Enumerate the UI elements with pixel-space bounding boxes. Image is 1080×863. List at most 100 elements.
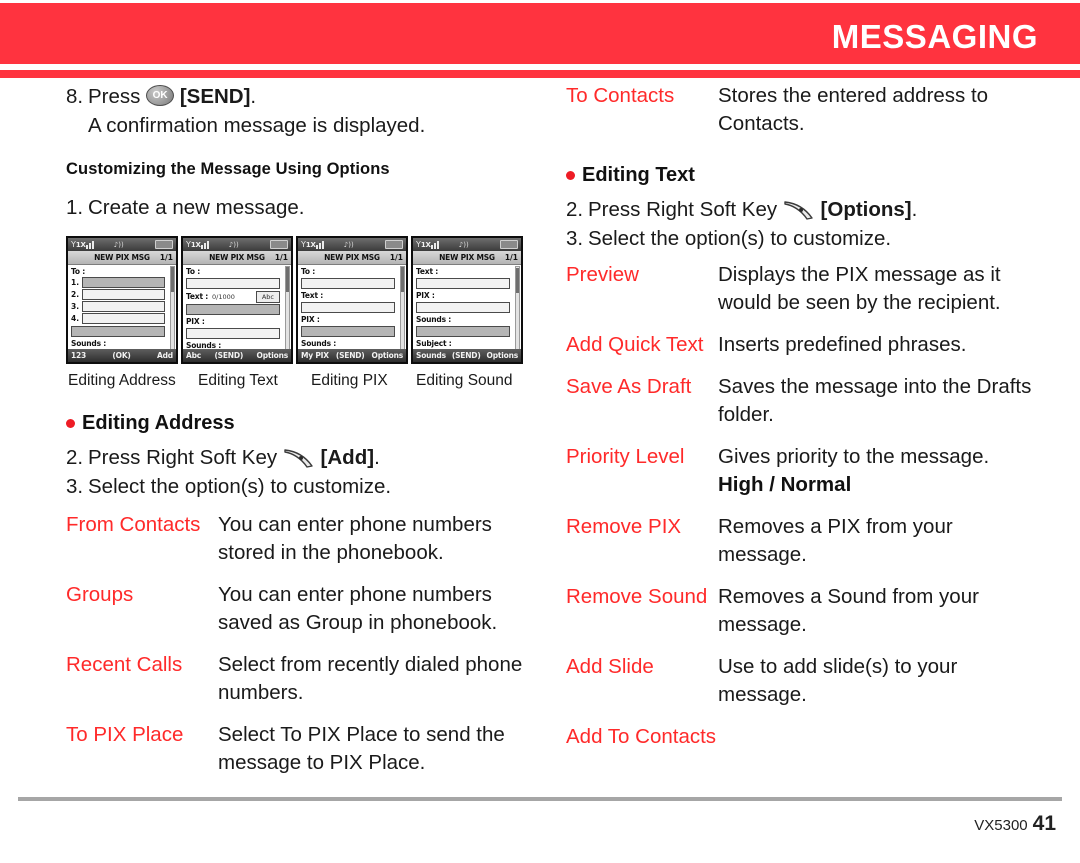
option-row[interactable]: Preview Displays the PIX message as it w… [566,261,1036,317]
option-row[interactable]: To PIX Place Select To PIX Place to send… [66,721,536,777]
step-8-bracket: [SEND] [179,85,251,108]
network-1x-label: 1X [190,240,201,249]
editing-text-title: Editing Text [582,164,695,186]
caption-editing-sound: Editing Sound [416,372,513,389]
soft-key-right[interactable]: Options [257,351,289,360]
soft-key-left[interactable]: 123 [71,351,86,360]
address-row-2[interactable]: 2. [71,289,165,300]
step-8-subtext: A confirmation message is displayed. [88,114,426,137]
row-number: 2. [71,290,80,299]
editing-address-option-list: From Contacts You can enter phone number… [66,511,536,777]
soft-key-center[interactable]: (SEND) [452,351,481,360]
input-mode-badge[interactable]: Abc [255,291,280,303]
step-1: 1. Create a new message. [66,193,536,222]
step-number: 3. [566,227,584,250]
soft-key-left[interactable]: Abc [186,351,201,360]
option-term: Recent Calls [66,653,183,676]
text-input[interactable] [416,278,510,289]
step-number: 2. [66,446,84,469]
scrollbar[interactable] [285,266,290,351]
option-row[interactable]: From Contacts You can enter phone number… [66,511,536,567]
phone-screen-editing-text: Y 1X ♪)) NEW PIX MSG 1/1 To : Text : 0/1… [181,236,293,364]
step-text: Select the option(s) to customize. [588,227,892,250]
address-row-1[interactable]: 1. [71,277,165,288]
option-desc: You can enter phone numbers stored in th… [218,513,492,564]
editing-text-option-list: Preview Displays the PIX message as it w… [566,261,1036,751]
signal-bars-icon [430,240,439,249]
field-label-pix: PIX : [416,291,435,300]
soft-key-right[interactable]: Add [157,351,173,360]
caption-editing-address: Editing Address [68,372,176,389]
footer-page-number: 41 [1032,812,1056,835]
screen-title: NEW PIX MSG [439,253,495,262]
step-8-press: Press [88,85,141,108]
to-input[interactable] [186,278,280,289]
option-row[interactable]: Priority Level Gives priority to the mes… [566,443,1036,499]
screenshot-captions: Editing Address Editing Text Editing PIX… [66,372,536,394]
scrollbar[interactable] [400,266,405,351]
scrollbar[interactable] [170,266,175,351]
soft-key-center[interactable]: (SEND) [214,351,243,360]
field-label-sounds: Sounds : [416,315,452,324]
to-input[interactable] [301,278,395,289]
option-row-to-contacts[interactable]: To Contacts Stores the entered address t… [566,82,1036,138]
option-row[interactable]: Remove Sound Removes a Sound from your m… [566,583,1036,639]
option-row[interactable]: Groups You can enter phone numbers saved… [66,581,536,637]
field-label-text: Text : [186,292,209,301]
speaker-icon: ♪)) [113,240,124,249]
screen-body: Text : PIX : Sounds : Subject : [413,265,521,354]
option-row[interactable]: Recent Calls Select from recently dialed… [66,651,536,707]
screen-page-indicator: 1/1 [389,253,403,262]
screen-title: NEW PIX MSG [94,253,150,262]
step-1-number: 1. [66,196,84,219]
field-label-pix: PIX : [186,317,205,326]
option-row[interactable]: Add To Contacts [566,723,1036,751]
screen-title-bar: NEW PIX MSG 1/1 [68,251,176,265]
footer: VX5300 41 [974,812,1056,836]
step-number: 3. [66,475,84,498]
option-row[interactable]: Remove PIX Removes a PIX from your messa… [566,513,1036,569]
partial-field[interactable] [71,326,165,337]
address-input[interactable] [82,289,165,300]
option-term: Groups [66,583,134,606]
soft-key-bar: Abc (SEND) Options [183,349,291,362]
address-input[interactable] [82,301,165,312]
option-row[interactable]: Add Quick Text Inserts predefined phrase… [566,331,1036,359]
screen-title-bar: NEW PIX MSG 1/1 [298,251,406,265]
sounds-input[interactable] [416,326,510,337]
address-input[interactable] [82,313,165,324]
option-desc: Select from recently dialed phone number… [218,653,523,704]
address-input[interactable] [82,277,165,288]
row-number: 4. [71,314,80,323]
pix-input[interactable] [301,326,395,337]
option-desc: Stores the entered address to Contacts. [718,84,989,135]
bullet-icon [66,419,75,428]
option-term: Priority Level [566,445,685,468]
soft-key-left[interactable]: Sounds [416,351,446,360]
step-8-tail: . [250,85,257,108]
step-8-number: 8. [66,85,84,108]
pix-input[interactable] [416,302,510,313]
step-number: 2. [566,198,584,221]
option-term: Preview [566,263,639,286]
scrollbar[interactable] [515,266,520,351]
option-row[interactable]: Add Slide Use to add slide(s) to your me… [566,653,1036,709]
soft-key-right[interactable]: Options [372,351,404,360]
option-row[interactable]: Save As Draft Saves the message into the… [566,373,1036,429]
soft-key-left[interactable]: My PIX [301,351,329,360]
option-term: Add Quick Text [566,333,704,356]
text-input[interactable] [301,302,395,313]
soft-key-center[interactable]: (SEND) [336,351,365,360]
field-label-pix: PIX : [301,315,320,324]
address-row-3[interactable]: 3. [71,301,165,312]
field-label-text: Text : [416,267,439,276]
option-term: To PIX Place [66,723,184,746]
soft-key-right[interactable]: Options [487,351,519,360]
text-input[interactable] [186,304,280,315]
pix-input[interactable] [186,328,280,339]
soft-key-center[interactable]: (OK) [112,351,130,360]
editing-address-heading: Editing Address [66,412,536,435]
address-row-4[interactable]: 4. [71,313,165,324]
row-number: 1. [71,278,80,287]
footer-rule [18,797,1062,801]
